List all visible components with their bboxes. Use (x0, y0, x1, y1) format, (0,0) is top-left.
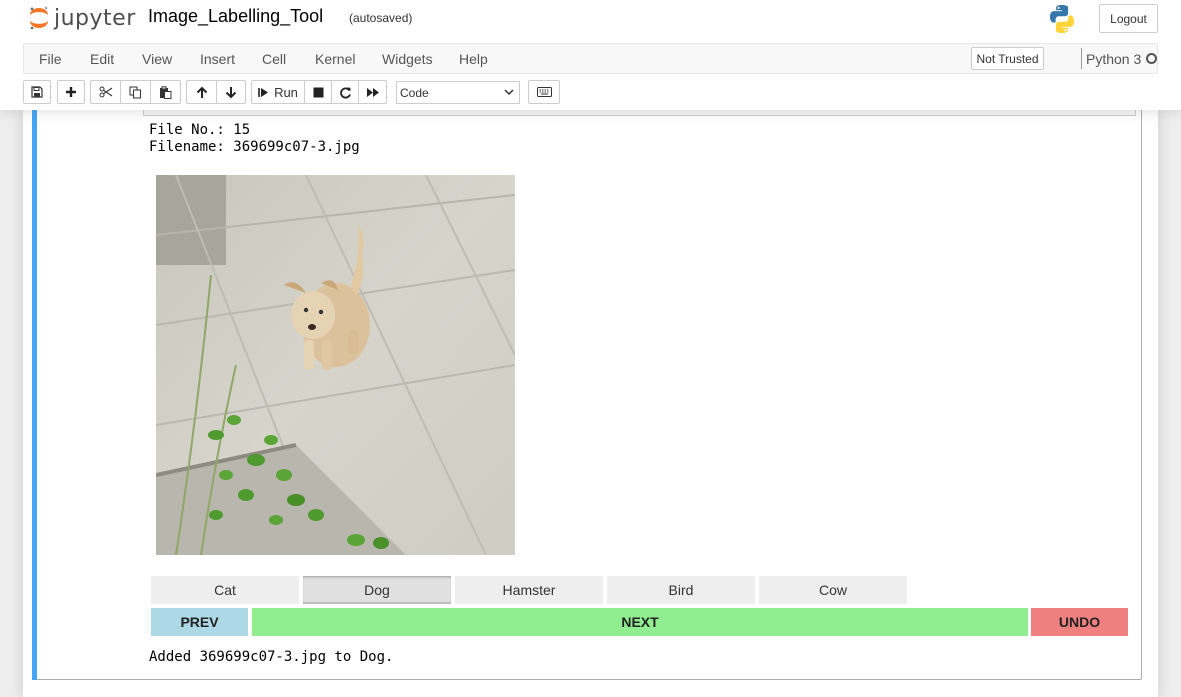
cell-input-area[interactable] (143, 110, 1136, 116)
notebook-title[interactable]: Image_Labelling_Tool (148, 6, 323, 27)
menubar: File Edit View Insert Cell Kernel Widget… (23, 43, 1158, 74)
move-up-button[interactable] (186, 80, 217, 104)
autosave-status: (autosaved) (349, 11, 413, 25)
cell-type-value: Code (400, 85, 429, 100)
prev-button[interactable]: PREV (151, 608, 248, 636)
python-logo-icon (1050, 5, 1074, 33)
menu-insert[interactable]: Insert (200, 51, 235, 67)
run-group: Run (251, 80, 387, 104)
cut-button[interactable] (90, 80, 121, 104)
menu-help[interactable]: Help (459, 51, 488, 67)
label-button-hamster[interactable]: Hamster (455, 576, 603, 604)
code-cell-selected[interactable]: File No.: 15 Filename: 369699c07-3.jpg C… (32, 110, 1142, 680)
menu-widgets[interactable]: Widgets (382, 51, 433, 67)
menu-file[interactable]: File (39, 51, 62, 67)
save-button[interactable] (23, 80, 51, 104)
move-group (186, 80, 246, 104)
label-button-dog[interactable]: Dog (303, 576, 451, 604)
filename-output: Filename: 369699c07-3.jpg (149, 139, 360, 155)
logout-button[interactable]: Logout (1099, 4, 1158, 33)
restart-kernel-button[interactable] (331, 80, 359, 104)
image-preview (156, 175, 515, 555)
kernel-idle-indicator-icon (1146, 53, 1157, 64)
copy-button[interactable] (120, 80, 151, 104)
label-button-cow[interactable]: Cow (759, 576, 907, 604)
stop-icon (313, 87, 323, 97)
menu-cell[interactable]: Cell (262, 51, 286, 67)
next-button[interactable]: NEXT (252, 608, 1028, 636)
jupyter-logo-icon (30, 6, 48, 30)
paste-icon (160, 85, 172, 99)
label-button-cat[interactable]: Cat (151, 576, 299, 604)
copy-icon (129, 86, 141, 98)
plus-icon (66, 87, 76, 97)
run-label: Run (274, 84, 298, 100)
move-down-button[interactable] (216, 80, 246, 104)
header: jupyter Image_Labelling_Tool (autosaved)… (0, 0, 1181, 110)
redo-icon (339, 87, 351, 98)
interrupt-kernel-button[interactable] (304, 80, 332, 104)
keyboard-icon (536, 87, 552, 97)
step-forward-icon (258, 87, 269, 97)
paste-button[interactable] (150, 80, 181, 104)
logo-text: jupyter (54, 5, 136, 31)
run-button[interactable]: Run (251, 80, 305, 104)
arrow-up-icon (196, 86, 207, 98)
file-number-output: File No.: 15 (149, 122, 251, 138)
menu-kernel[interactable]: Kernel (315, 51, 355, 67)
puppy-photo (156, 175, 515, 555)
save-icon (31, 86, 43, 98)
menu-view[interactable]: View (142, 51, 172, 67)
command-palette-button[interactable] (528, 80, 560, 104)
kernel-name: Python 3 (1086, 51, 1142, 67)
fast-forward-icon (366, 87, 379, 97)
clipboard-group (90, 80, 181, 104)
cell-selection-bar (32, 110, 37, 680)
arrow-down-icon (225, 86, 237, 98)
restart-run-all-button[interactable] (358, 80, 387, 104)
undo-button[interactable]: UNDO (1031, 608, 1128, 636)
kernel-divider (1081, 48, 1082, 69)
not-trusted-button[interactable]: Not Trusted (971, 47, 1044, 70)
menu-edit[interactable]: Edit (90, 51, 114, 67)
cut-icon (99, 86, 112, 98)
cell-type-select[interactable]: Code (396, 81, 520, 104)
insert-cell-button[interactable] (57, 80, 85, 104)
chevron-down-icon (504, 89, 514, 96)
notebook-container: File No.: 15 Filename: 369699c07-3.jpg C… (23, 110, 1158, 697)
status-message: Added 369699c07-3.jpg to Dog. (149, 649, 394, 665)
label-button-bird[interactable]: Bird (607, 576, 755, 604)
jupyter-logo[interactable]: jupyter (28, 5, 136, 31)
